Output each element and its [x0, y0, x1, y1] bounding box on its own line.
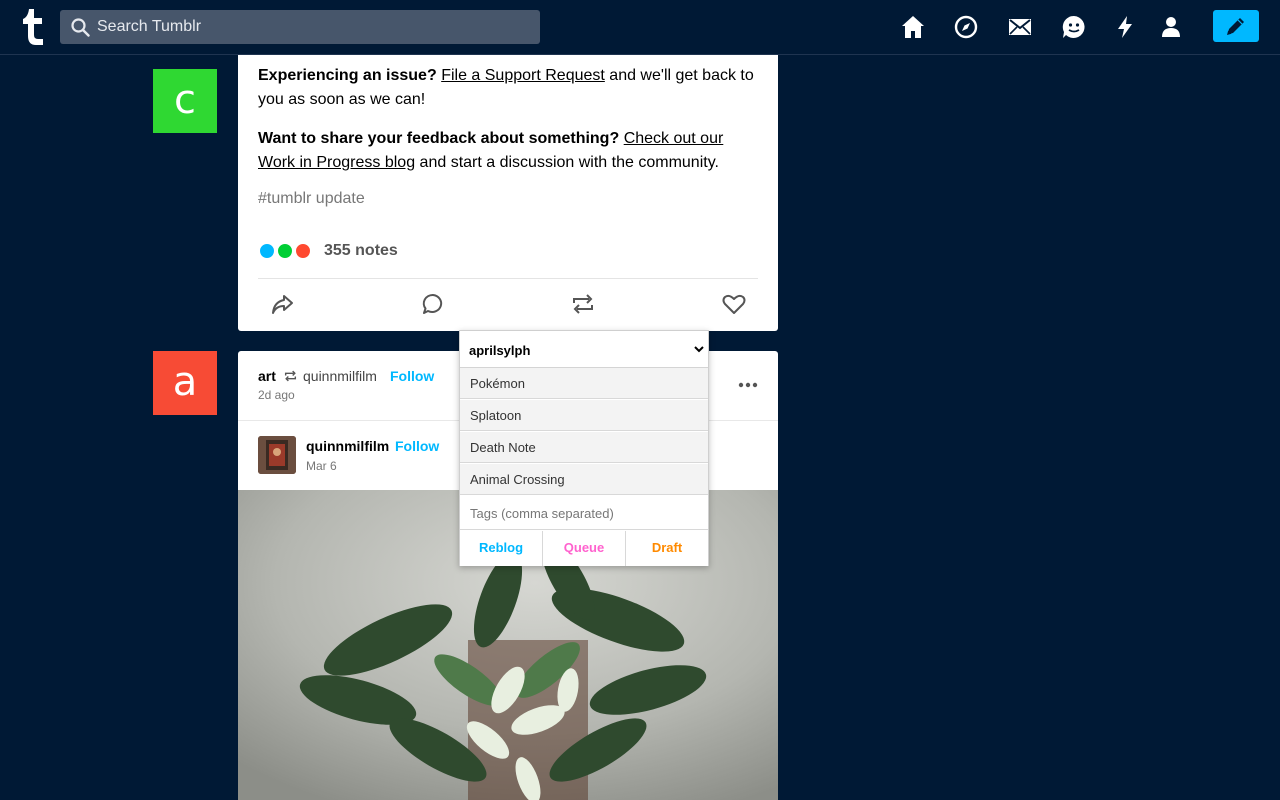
post-tag[interactable]: #tumblr update	[258, 190, 365, 208]
home-icon[interactable]	[900, 14, 926, 40]
divider	[258, 278, 758, 279]
bold-text: Experiencing an issue?	[258, 67, 437, 84]
tag-label: Death Note	[470, 440, 536, 455]
top-bar: Search Tumblr	[0, 0, 1280, 55]
trail-date: Mar 6	[306, 459, 337, 473]
compose-button[interactable]	[1213, 10, 1259, 42]
blog-select[interactable]: aprilsylph	[460, 331, 708, 368]
pencil-icon	[1227, 18, 1244, 35]
suggested-tag[interactable]: Animal Crossing	[460, 464, 708, 495]
tags-field	[460, 496, 708, 530]
more-options-icon[interactable]	[738, 382, 758, 388]
tag-label: Pokémon	[470, 376, 525, 391]
account-icon[interactable]	[1158, 14, 1184, 40]
avatar[interactable]: a	[153, 351, 217, 415]
follow-button[interactable]: Follow	[390, 368, 434, 384]
bold-text: Want to share your feedback about someth…	[258, 130, 620, 147]
explore-icon[interactable]	[953, 14, 979, 40]
messaging-icon[interactable]	[1061, 14, 1087, 40]
like-note-icon	[294, 242, 312, 260]
support-request-link[interactable]: File a Support Request	[441, 67, 605, 84]
post-timestamp[interactable]: 2d ago	[258, 388, 295, 402]
tag-label: Animal Crossing	[470, 472, 565, 487]
like-heart-icon[interactable]	[721, 291, 747, 317]
paragraph-text: and start a discussion with the communit…	[415, 154, 719, 171]
search-icon	[71, 18, 90, 37]
reblog-icon[interactable]	[570, 291, 596, 317]
post-card: Experiencing an issue? File a Support Re…	[238, 55, 778, 331]
search-bar[interactable]: Search Tumblr	[60, 10, 540, 44]
reply-note-icon	[258, 242, 276, 260]
chevron-down-icon	[694, 346, 704, 353]
post-paragraph: Experiencing an issue? File a Support Re…	[258, 64, 763, 112]
suggested-tag[interactable]: Death Note	[460, 432, 708, 463]
reblog-button[interactable]: Reblog	[460, 531, 543, 566]
tags-input[interactable]	[460, 496, 708, 530]
tumblr-logo[interactable]	[22, 9, 44, 45]
activity-icon[interactable]	[1112, 14, 1138, 40]
inbox-icon[interactable]	[1007, 14, 1033, 40]
draft-button[interactable]: Draft	[626, 531, 708, 566]
trail-blog-name[interactable]: quinnmilfilm	[306, 438, 389, 454]
reblog-popover: aprilsylph Pokémon Splatoon Death Note A…	[459, 330, 709, 566]
blog-avatar-thumbnail[interactable]	[258, 436, 296, 474]
avatar[interactable]: c	[153, 69, 217, 133]
reblogged-from-icon	[284, 370, 297, 382]
queue-button[interactable]: Queue	[543, 531, 626, 566]
follow-button[interactable]: Follow	[395, 438, 439, 454]
reblog-note-icon	[276, 242, 294, 260]
suggested-tag[interactable]: Splatoon	[460, 400, 708, 431]
share-icon[interactable]	[269, 291, 295, 317]
suggested-tag[interactable]: Pokémon	[460, 368, 708, 399]
selected-blog: aprilsylph	[469, 343, 531, 358]
tag-label: Splatoon	[470, 408, 522, 423]
post-paragraph: Want to share your feedback about someth…	[258, 127, 763, 175]
blog-name[interactable]: art	[258, 368, 276, 384]
source-blog-name[interactable]: quinnmilfilm	[303, 368, 377, 384]
reply-icon[interactable]	[420, 291, 446, 317]
search-placeholder: Search Tumblr	[97, 18, 202, 35]
notes-count: 355 notes	[324, 242, 398, 259]
